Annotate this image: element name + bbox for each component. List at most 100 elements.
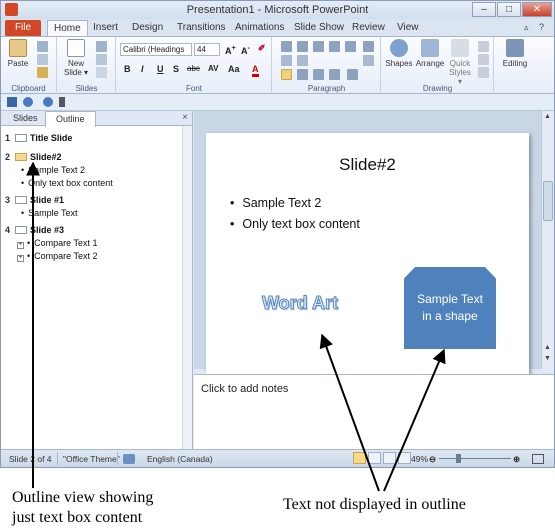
- font-family-select[interactable]: Calibri (Headings: [120, 43, 192, 56]
- tab-home[interactable]: Home: [47, 20, 88, 36]
- paste-button[interactable]: Paste: [5, 39, 31, 68]
- outline-slide-4[interactable]: 4 Slide #3: [5, 225, 64, 235]
- bullets-icon[interactable]: [281, 41, 292, 52]
- grow-font-icon[interactable]: A+: [225, 43, 236, 56]
- outline-item[interactable]: • Sample Text 2: [21, 165, 85, 175]
- character-spacing-button[interactable]: AV: [208, 64, 219, 73]
- zoom-out-icon[interactable]: ⊖: [429, 454, 436, 465]
- columns-icon[interactable]: [281, 55, 292, 66]
- snip-corner-shape[interactable]: Sample Text in a shape: [404, 267, 496, 349]
- reading-view-button[interactable]: [383, 452, 396, 464]
- tab-review[interactable]: Review: [352, 22, 385, 33]
- tab-insert[interactable]: Insert: [93, 22, 118, 33]
- layout-icon[interactable]: [96, 41, 107, 52]
- line-spacing-icon[interactable]: [345, 41, 356, 52]
- distributed-icon[interactable]: [347, 69, 358, 80]
- shape-fill-icon[interactable]: [478, 41, 489, 52]
- zoom-slider-handle[interactable]: [456, 454, 461, 463]
- tab-design[interactable]: Design: [132, 22, 163, 33]
- minimize-button[interactable]: –: [472, 2, 496, 17]
- bold-button[interactable]: B: [124, 64, 131, 74]
- tab-slide-show[interactable]: Slide Show: [294, 22, 344, 33]
- redo-icon[interactable]: [43, 97, 53, 107]
- close-button[interactable]: ✕: [522, 2, 552, 17]
- save-icon[interactable]: [7, 97, 17, 107]
- underline-button[interactable]: U: [157, 64, 164, 74]
- clear-formatting-icon[interactable]: ✐: [258, 43, 266, 54]
- zoom-slider[interactable]: [439, 458, 511, 459]
- outline-slide-1[interactable]: 1 Title Slide: [5, 133, 72, 143]
- quick-styles-button[interactable]: Quick Styles ▾: [446, 39, 474, 86]
- slideshow-view-button[interactable]: [398, 452, 411, 464]
- undo-icon[interactable]: [23, 97, 33, 107]
- tab-animations[interactable]: Animations: [235, 22, 284, 33]
- section-icon[interactable]: [96, 67, 107, 78]
- align-text-icon[interactable]: [297, 55, 308, 66]
- align-left-icon[interactable]: [281, 69, 292, 80]
- notes-placeholder[interactable]: Click to add notes: [201, 383, 288, 395]
- outline-slide-2[interactable]: 2 Slide#2: [5, 152, 62, 162]
- tab-slides[interactable]: Slides: [13, 113, 38, 123]
- smartart-icon[interactable]: [363, 55, 374, 66]
- maximize-button[interactable]: □: [497, 2, 521, 17]
- shrink-font-icon[interactable]: A-: [241, 43, 250, 56]
- customize-toolbar-icon[interactable]: [59, 97, 65, 107]
- spelling-check-icon[interactable]: [123, 454, 135, 464]
- tab-outline[interactable]: Outline: [45, 111, 96, 127]
- outline-item[interactable]: • Sample Text: [21, 208, 78, 218]
- expand-icon[interactable]: +: [17, 255, 24, 262]
- fit-to-window-icon[interactable]: [532, 454, 544, 464]
- arrange-button[interactable]: Arrange: [414, 39, 446, 68]
- tab-file[interactable]: File: [5, 20, 41, 36]
- numbering-icon[interactable]: [297, 41, 308, 52]
- previous-slide-icon[interactable]: ▲: [544, 344, 551, 351]
- change-case-button[interactable]: Aa: [228, 64, 240, 74]
- align-center-icon[interactable]: [297, 69, 308, 80]
- tab-view[interactable]: View: [397, 22, 419, 33]
- slide-canvas[interactable]: Slide#2 • Sample Text 2 • Only text box co…: [206, 133, 529, 379]
- outline-item[interactable]: + • Compare Text 1: [17, 238, 98, 249]
- slide-sorter-view-button[interactable]: [368, 452, 381, 464]
- expand-icon[interactable]: +: [17, 242, 24, 249]
- cut-icon[interactable]: [37, 41, 48, 52]
- slide-scrollbar[interactable]: ▲ ▼ ▲: [541, 111, 554, 369]
- outline-item[interactable]: • Only text box content: [21, 178, 113, 188]
- shape-outline-icon[interactable]: [478, 54, 489, 65]
- increase-indent-icon[interactable]: [329, 41, 340, 52]
- scroll-thumb[interactable]: [543, 181, 553, 221]
- tab-transitions[interactable]: Transitions: [177, 22, 226, 33]
- close-pane-icon[interactable]: ×: [182, 112, 188, 123]
- format-painter-icon[interactable]: [37, 67, 48, 78]
- font-color-button[interactable]: A: [252, 64, 259, 77]
- reset-icon[interactable]: [96, 54, 107, 65]
- shadow-button[interactable]: S: [173, 64, 179, 74]
- zoom-level[interactable]: 49%: [411, 454, 428, 464]
- shape-effects-icon[interactable]: [478, 67, 489, 78]
- wordart-object[interactable]: Word Art: [262, 293, 339, 314]
- theme-name[interactable]: "Office Theme": [63, 454, 120, 464]
- language[interactable]: English (Canada): [147, 454, 213, 464]
- strikethrough-button[interactable]: abc: [187, 64, 200, 73]
- italic-button[interactable]: I: [141, 64, 144, 74]
- justify-icon[interactable]: [329, 69, 340, 80]
- zoom-in-icon[interactable]: ⊕: [513, 454, 520, 465]
- slide-title[interactable]: Slide#2: [206, 155, 529, 175]
- decrease-indent-icon[interactable]: [313, 41, 324, 52]
- outline-item[interactable]: + • Compare Text 2: [17, 251, 98, 262]
- slide-content-placeholder[interactable]: • Sample Text 2 • Only text box content: [230, 196, 360, 238]
- copy-icon[interactable]: [37, 54, 48, 65]
- scroll-up-icon[interactable]: ▲: [544, 113, 551, 120]
- ribbon-minimize-help-icons[interactable]: ▵ ?: [524, 22, 548, 33]
- paste-icon: [9, 39, 27, 57]
- text-direction-icon[interactable]: [363, 41, 374, 52]
- editing-button[interactable]: Editing: [499, 39, 531, 68]
- align-right-icon[interactable]: [313, 69, 324, 80]
- normal-view-button[interactable]: [353, 452, 366, 464]
- outline-scrollbar[interactable]: [182, 126, 192, 449]
- new-slide-button[interactable]: New Slide ▾: [62, 39, 90, 77]
- next-slide-icon[interactable]: ▼: [544, 355, 551, 362]
- outline-slide-3[interactable]: 3 Slide #1: [5, 195, 64, 205]
- shapes-button[interactable]: Shapes: [384, 39, 414, 68]
- font-size-select[interactable]: 44: [194, 43, 220, 56]
- notes-pane[interactable]: Click to add notes: [194, 374, 554, 449]
